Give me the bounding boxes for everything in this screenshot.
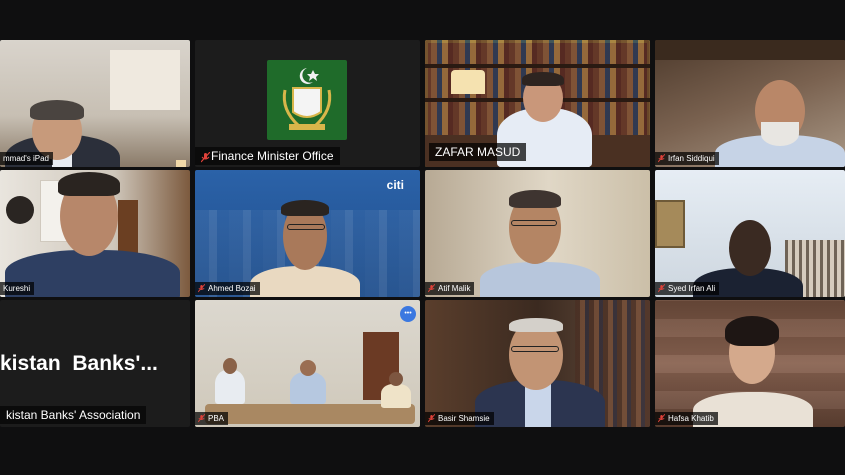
hair xyxy=(509,190,561,208)
muted-mic-icon xyxy=(658,154,665,163)
hair xyxy=(58,172,120,196)
emblem-icon xyxy=(282,68,332,130)
video-tile-pakistan-banks-association[interactable]: kistan Banks'... kistan Banks' Associati… xyxy=(0,300,190,427)
muted-mic-icon xyxy=(658,414,665,423)
video-tile-atif-malik[interactable]: Atif Malik xyxy=(425,170,650,297)
hair xyxy=(281,200,329,216)
glasses xyxy=(511,220,557,226)
citi-logo: citi xyxy=(386,178,404,192)
attendee xyxy=(381,384,411,408)
participant-name-label: mmad's iPad xyxy=(0,152,53,165)
video-tile-pba[interactable]: ••• PBA xyxy=(195,300,420,427)
video-tile-syed-irfan-ali[interactable]: Syed Irfan Ali xyxy=(655,170,845,297)
hair xyxy=(522,72,564,86)
participant-name-label: kistan Banks' Association xyxy=(0,406,147,424)
tile-title: kistan Banks'... xyxy=(0,352,158,375)
muted-mic-icon xyxy=(201,151,210,162)
window-background xyxy=(110,50,180,110)
participant-name-label: Irfan Siddiqui xyxy=(655,152,719,165)
beard xyxy=(761,122,799,146)
participant-name-label: ZAFAR MASUD xyxy=(429,143,527,161)
participant-name-label: Hafsa Khatib xyxy=(655,412,718,425)
lamp xyxy=(451,70,485,94)
ceiling-beam xyxy=(655,40,845,60)
video-tile-irfan-siddiqui[interactable]: Irfan Siddiqui xyxy=(655,40,845,167)
participant-name-label: Syed Irfan Ali xyxy=(655,282,720,295)
glasses xyxy=(511,346,559,352)
shelf-divider xyxy=(425,64,650,68)
muted-mic-icon xyxy=(658,284,665,293)
hair xyxy=(30,100,84,120)
participant-name-label: Ahmed Bozai xyxy=(195,282,260,295)
video-tile-finance-minister-office[interactable]: Finance Minister Office xyxy=(195,40,420,167)
attendee-head xyxy=(389,372,403,386)
participant-name-label: Kureshi xyxy=(0,282,35,295)
participant-name-label: Finance Minister Office xyxy=(195,147,340,165)
shirt xyxy=(525,384,551,427)
video-tile-basir-shamsie[interactable]: Basir Shamsie xyxy=(425,300,650,427)
glasses xyxy=(287,224,325,230)
government-emblem xyxy=(267,60,347,140)
muted-mic-icon xyxy=(198,284,205,293)
participant-head xyxy=(729,220,771,276)
hair xyxy=(725,316,779,346)
participant-name-label: Basir Shamsie xyxy=(425,412,494,425)
hair xyxy=(509,318,563,332)
attendee xyxy=(215,370,245,404)
participant-name-label: PBA xyxy=(195,412,229,425)
participant-body xyxy=(480,262,600,297)
more-options-button[interactable]: ••• xyxy=(400,306,416,322)
video-tile-kureshi[interactable]: Kureshi xyxy=(0,170,190,297)
video-tile-hafsa-khatib[interactable]: Hafsa Khatib xyxy=(655,300,845,427)
wall-clock xyxy=(6,196,34,224)
muted-mic-icon xyxy=(428,284,435,293)
attendee-head xyxy=(223,358,237,374)
video-tile-ahmed-bozai[interactable]: citi Ahmed Bozai xyxy=(195,170,420,297)
muted-mic-icon xyxy=(428,414,435,423)
participant-body xyxy=(250,266,360,297)
attendee-head xyxy=(300,360,316,376)
video-tile-zafar-masud[interactable]: ZAFAR MASUD xyxy=(425,40,650,167)
lamp xyxy=(176,160,186,167)
video-tile-mmad-ipad[interactable]: mmad's iPad xyxy=(0,40,190,167)
muted-mic-icon xyxy=(198,414,205,423)
attendee xyxy=(290,372,326,404)
wall-painting xyxy=(655,200,685,248)
participant-name-label: Atif Malik xyxy=(425,282,475,295)
